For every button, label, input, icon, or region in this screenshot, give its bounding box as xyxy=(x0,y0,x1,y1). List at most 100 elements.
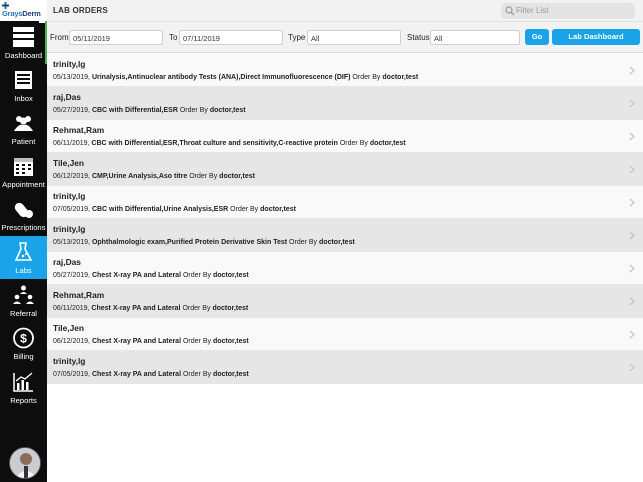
svg-text:$: $ xyxy=(20,332,27,346)
chevron-right-icon xyxy=(629,297,635,306)
ordering-doctor: doctor,test xyxy=(382,74,419,81)
patient-name: trinity,lg xyxy=(53,224,86,234)
logo-cross-icon xyxy=(2,2,9,9)
order-detail: 06/11/2019, CBC with Differential,ESR,Th… xyxy=(53,140,406,147)
sidebar-item-appointment[interactable]: Appointment xyxy=(0,150,47,193)
page-title: LAB ORDERS xyxy=(53,6,108,15)
sidebar-item-label: Labs xyxy=(15,266,32,275)
list-item[interactable]: raj,Das 05/27/2019, CBC with Differentia… xyxy=(47,87,643,120)
patient-name: Rehmat,Ram xyxy=(53,290,105,300)
sidebar-item-label: Dashboard xyxy=(4,51,43,60)
ordering-doctor: doctor,test xyxy=(369,140,406,147)
from-label: From xyxy=(50,33,69,42)
type-select[interactable]: All xyxy=(307,30,401,45)
list-item[interactable]: raj,Das 05/27/2019, Chest X-ray PA and L… xyxy=(47,252,643,285)
sidebar-item-referral[interactable]: Referral xyxy=(0,279,47,322)
logo: GraysDerm xyxy=(0,0,47,21)
order-detail: 06/12/2019, CMP,Urine Analysis,Aso titre… xyxy=(53,173,255,180)
list-item[interactable]: trinity,lg 05/13/2019, Urinalysis,Antinu… xyxy=(47,54,643,87)
ordering-doctor: doctor,test xyxy=(319,239,355,246)
order-date: 05/13/2019, xyxy=(53,74,90,81)
order-detail: 05/13/2019, Ophthalmologic exam,Purified… xyxy=(53,239,355,246)
avatar-person-icon xyxy=(10,448,40,478)
sidebar-item-label: Billing xyxy=(13,352,34,361)
patient-name: Tile,Jen xyxy=(53,158,85,168)
header: LAB ORDERS Filter List xyxy=(47,0,643,22)
order-tests: CBC with Differential,ESR,Throat culture… xyxy=(91,140,338,147)
sidebar-item-labs[interactable]: Labs xyxy=(0,236,47,279)
sidebar-item-label: Reports xyxy=(10,396,37,405)
calendar-icon xyxy=(14,158,33,176)
order-tests: Urinalysis,Antinuclear antibody Tests (A… xyxy=(91,74,351,81)
list-item[interactable]: trinity,lg 05/13/2019, Ophthalmologic ex… xyxy=(47,219,643,252)
sidebar-item-prescriptions[interactable]: Prescriptions xyxy=(0,193,47,236)
search-icon xyxy=(505,6,515,16)
order-by-label: Order By xyxy=(289,239,318,246)
sidebar-item-inbox[interactable]: Inbox xyxy=(0,64,47,107)
sidebar-item-label: Appointment xyxy=(2,180,45,189)
go-button[interactable]: Go xyxy=(525,29,549,45)
list-item[interactable]: Rehmat,Ram 06/11/2019, Chest X-ray PA an… xyxy=(47,285,643,318)
list-item[interactable]: Tile,Jen 06/12/2019, Chest X-ray PA and … xyxy=(47,318,643,351)
filter-bar: From 05/11/2019 To 07/11/2019 Type All S… xyxy=(47,22,643,53)
sidebar-item-dashboard[interactable]: Dashboard xyxy=(0,21,47,64)
pills-icon xyxy=(14,202,33,218)
patient-name: Tile,Jen xyxy=(53,323,85,333)
flask-icon xyxy=(14,242,33,261)
order-detail: 06/11/2019, Chest X-ray PA and Lateral O… xyxy=(53,305,248,312)
chart-icon xyxy=(13,372,33,392)
chevron-right-icon xyxy=(629,99,635,108)
chevron-right-icon xyxy=(629,231,635,240)
order-date: 06/12/2019, xyxy=(53,338,90,345)
chevron-right-icon xyxy=(629,66,635,75)
patient-name: trinity,lg xyxy=(53,59,86,69)
order-detail: 07/05/2019, Chest X-ray PA and Lateral O… xyxy=(53,371,249,378)
to-label: To xyxy=(169,33,178,42)
list-item[interactable]: trinity,lg 07/05/2019, CBC with Differen… xyxy=(47,186,643,219)
patient-name: raj,Das xyxy=(53,92,81,102)
patient-icon xyxy=(14,116,33,131)
referral-icon xyxy=(13,285,34,304)
search-input[interactable]: Filter List xyxy=(501,3,635,19)
order-date: 05/27/2019, xyxy=(53,107,90,114)
order-detail: 06/12/2019, Chest X-ray PA and Lateral O… xyxy=(53,338,249,345)
list-item[interactable]: trinity,lg 07/05/2019, Chest X-ray PA an… xyxy=(47,351,643,384)
order-date: 07/05/2019, xyxy=(53,206,90,213)
sidebar-item-label: Prescriptions xyxy=(1,223,46,232)
order-by-label: Order By xyxy=(230,206,259,213)
search-placeholder: Filter List xyxy=(516,6,549,15)
sidebar-item-label: Patient xyxy=(11,137,36,146)
lab-dashboard-button[interactable]: Lab Dashboard xyxy=(552,29,640,45)
sidebar-item-label: Referral xyxy=(9,309,37,318)
ordering-doctor: doctor,test xyxy=(212,371,249,378)
list-item[interactable]: Tile,Jen 06/12/2019, CMP,Urine Analysis,… xyxy=(47,153,643,186)
list-item[interactable]: Rehmat,Ram 06/11/2019, CBC with Differen… xyxy=(47,120,643,153)
order-date: 06/11/2019, xyxy=(53,305,90,312)
avatar[interactable] xyxy=(9,447,41,479)
order-detail: 05/27/2019, CBC with Differential,ESR Or… xyxy=(53,107,246,114)
patient-name: Rehmat,Ram xyxy=(53,125,105,135)
sidebar-item-patient[interactable]: Patient xyxy=(0,107,47,150)
order-detail: 07/05/2019, CBC with Differential,Urine … xyxy=(53,206,296,213)
status-select[interactable]: All xyxy=(430,30,520,45)
ordering-doctor: doctor,test xyxy=(209,107,246,114)
patient-name: raj,Das xyxy=(53,257,81,267)
from-date-field[interactable]: 05/11/2019 xyxy=(69,30,163,45)
to-date-field[interactable]: 07/11/2019 xyxy=(179,30,283,45)
ordering-doctor: doctor,test xyxy=(212,305,249,312)
sidebar-item-reports[interactable]: Reports xyxy=(0,366,47,409)
ordering-doctor: doctor,test xyxy=(212,338,249,345)
order-by-label: Order By xyxy=(352,74,381,81)
order-date: 07/05/2019, xyxy=(53,371,90,378)
order-by-label: Order By xyxy=(189,173,218,180)
sidebar-item-billing[interactable]: $ Billing xyxy=(0,322,47,365)
ordering-doctor: doctor,test xyxy=(219,173,255,180)
type-label: Type xyxy=(288,33,306,42)
order-by-label: Order By xyxy=(179,107,208,114)
dollar-icon: $ xyxy=(13,327,34,349)
ordering-doctor: doctor,test xyxy=(260,206,296,213)
chevron-right-icon xyxy=(629,198,635,207)
dashboard-icon xyxy=(13,27,34,47)
order-tests: CMP,Urine Analysis,Aso titre xyxy=(91,173,188,180)
app: GraysDerm Dashboard Inbox Patient Appoin… xyxy=(0,0,643,482)
